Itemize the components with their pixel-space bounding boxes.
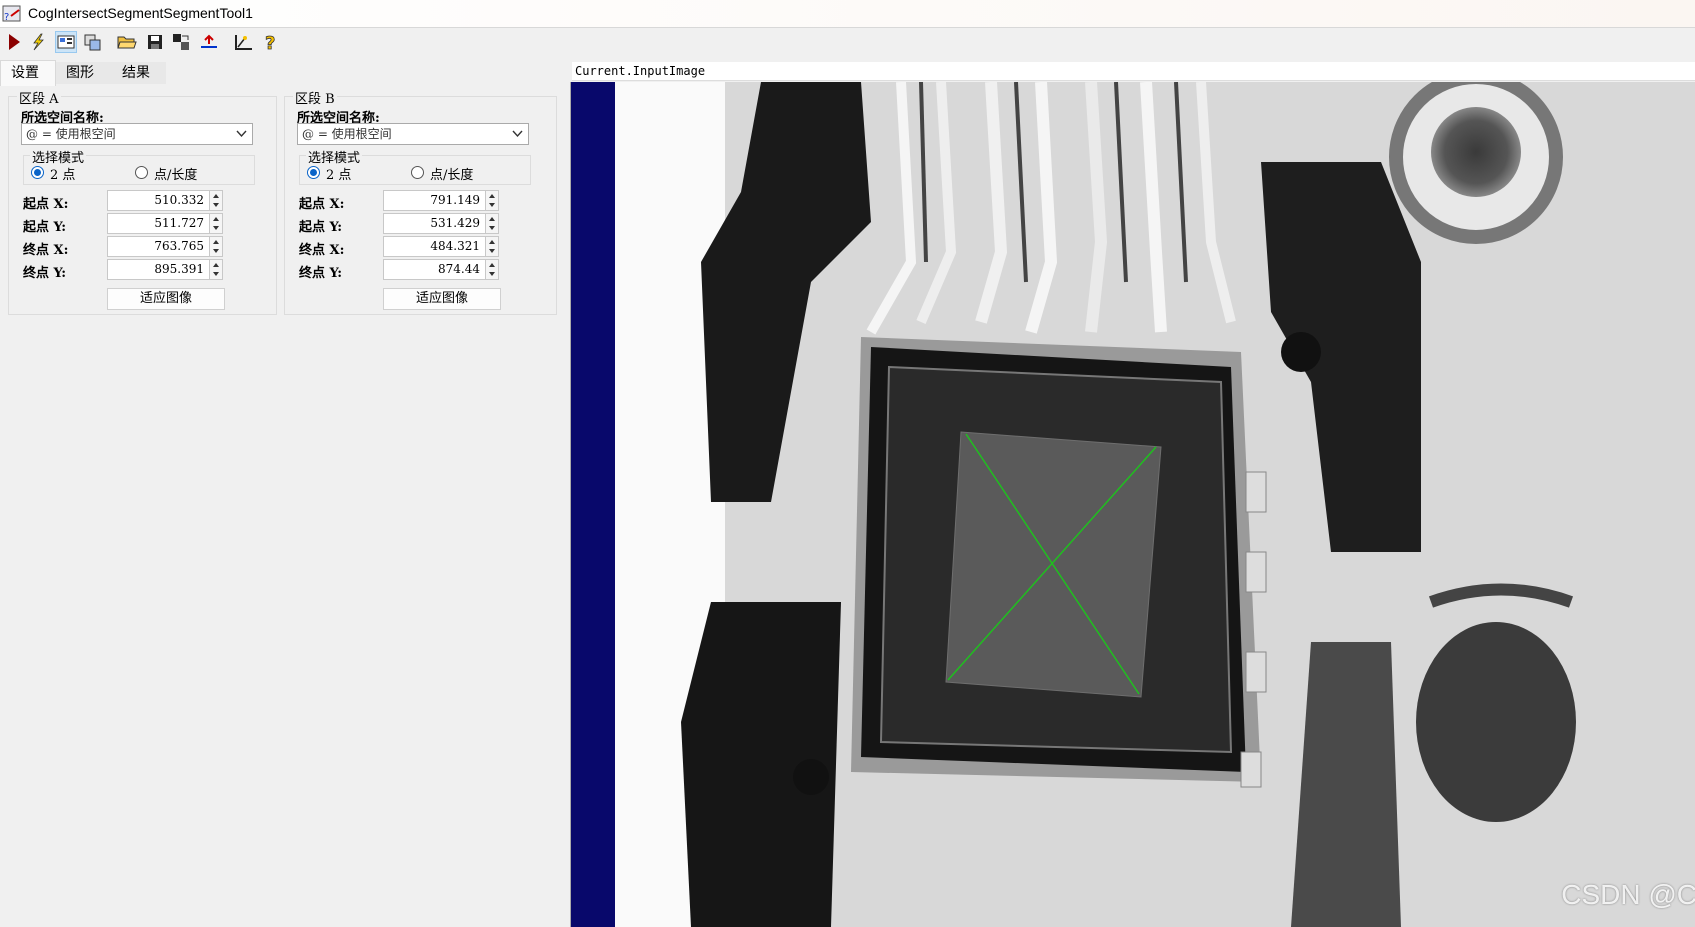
segment-a-field-label: 起点 Y: <box>23 220 66 235</box>
segment-b-two-points-radio[interactable] <box>307 166 320 179</box>
segment-b-space-select[interactable]: @ = 使用根空间 <box>297 123 529 145</box>
segment-a-mode-group: 选择模式 2 点 点/长度 <box>23 147 255 185</box>
segment-a-point-length-label: 点/长度 <box>154 168 198 183</box>
segment-a-space-select[interactable]: @ = 使用根空间 <box>21 123 253 145</box>
tab-strip: 设置 图形 结果 <box>0 60 600 86</box>
segment-b-end-x-input[interactable]: 484.321 <box>383 236 486 257</box>
camera-image <box>571 82 1695 927</box>
segment-b-point-length-label: 点/长度 <box>430 168 474 183</box>
tab-graphics[interactable]: 图形 <box>56 62 112 84</box>
segment-a-point-length-radio[interactable] <box>135 166 148 179</box>
segment-b-point-length-radio[interactable] <box>411 166 424 179</box>
watermark-text: CSDN @C6666888 <box>1561 879 1695 910</box>
segment-b-start-y-spinner[interactable] <box>485 213 499 234</box>
segment-a-start-x-spinner[interactable] <box>209 190 223 211</box>
segment-a-field-label: 起点 X: <box>23 197 69 212</box>
svg-text:?: ? <box>265 33 275 51</box>
segment-a-field-label: 终点 Y: <box>23 266 66 281</box>
segment-a-title: 区段 A <box>17 88 61 107</box>
chevron-down-icon <box>236 130 247 138</box>
segment-b-field-label: 终点 Y: <box>299 266 342 281</box>
segment-a-end-y-spinner[interactable] <box>209 259 223 280</box>
segment-b-title: 区段 B <box>293 88 337 107</box>
segment-b-mode-group: 选择模式 2 点 点/长度 <box>299 147 531 185</box>
tab-results[interactable]: 结果 <box>112 62 166 84</box>
import-icon[interactable] <box>170 31 192 53</box>
segment-b-field-label: 终点 X: <box>299 243 345 258</box>
image-header: Current.InputImage <box>572 62 1695 81</box>
segment-b-field-label: 起点 X: <box>299 197 345 212</box>
help-icon[interactable]: ? <box>260 31 282 53</box>
copy-icon[interactable] <box>82 31 104 53</box>
segment-b-start-y-input[interactable]: 531.429 <box>383 213 486 234</box>
segment-b-end-x-spinner[interactable] <box>485 236 499 257</box>
segment-a-start-y-spinner[interactable] <box>209 213 223 234</box>
image-display[interactable]: CSDN @C6666888 <box>570 82 1695 927</box>
segment-a-fit-image-button[interactable]: 适应图像 <box>107 288 225 310</box>
segment-a-end-y-input[interactable]: 895.391 <box>107 259 210 280</box>
segment-b-two-points-label: 2 点 <box>326 168 352 183</box>
image-view-icon[interactable] <box>55 31 77 53</box>
segment-b-start-x-spinner[interactable] <box>485 190 499 211</box>
segment-a-start-x-input[interactable]: 510.332 <box>107 190 210 211</box>
segment-b-space-value: @ = 使用根空间 <box>302 127 392 141</box>
svg-text:?: ? <box>4 12 9 23</box>
window-title: CogIntersectSegmentSegmentTool1 <box>28 5 253 21</box>
open-folder-icon[interactable] <box>116 31 138 53</box>
segment-b-fit-image-button[interactable]: 适应图像 <box>383 288 501 310</box>
title-bar: ? CogIntersectSegmentSegmentTool1 <box>0 0 1695 28</box>
segment-b-start-x-input[interactable]: 791.149 <box>383 190 486 211</box>
segment-b-group: 区段 B 所选空间名称: @ = 使用根空间 选择模式 2 点 点/长度 起点 … <box>284 88 557 315</box>
segment-a-field-label: 终点 X: <box>23 243 69 258</box>
image-left-bar <box>571 82 615 927</box>
segment-a-two-points-radio[interactable] <box>31 166 44 179</box>
segment-a-group: 区段 A 所选空间名称: @ = 使用根空间 选择模式 2 点 点/长度 起点 … <box>8 88 277 315</box>
segment-a-end-x-spinner[interactable] <box>209 236 223 257</box>
measure-icon[interactable] <box>232 31 254 53</box>
segment-a-two-points-label: 2 点 <box>50 168 76 183</box>
chevron-down-icon <box>512 130 523 138</box>
segment-a-space-value: @ = 使用根空间 <box>26 127 116 141</box>
save-icon[interactable] <box>144 31 166 53</box>
segment-a-start-y-input[interactable]: 511.727 <box>107 213 210 234</box>
toolbar: ? <box>0 28 1695 58</box>
electric-icon[interactable] <box>27 31 49 53</box>
segment-b-end-y-input[interactable]: 874.44 <box>383 259 486 280</box>
app-icon: ? <box>2 5 21 23</box>
run-icon[interactable] <box>3 31 25 53</box>
tab-settings[interactable]: 设置 <box>0 60 56 86</box>
reset-icon[interactable] <box>198 31 220 53</box>
segment-a-end-x-input[interactable]: 763.765 <box>107 236 210 257</box>
segment-b-field-label: 起点 Y: <box>299 220 342 235</box>
segment-b-end-y-spinner[interactable] <box>485 259 499 280</box>
